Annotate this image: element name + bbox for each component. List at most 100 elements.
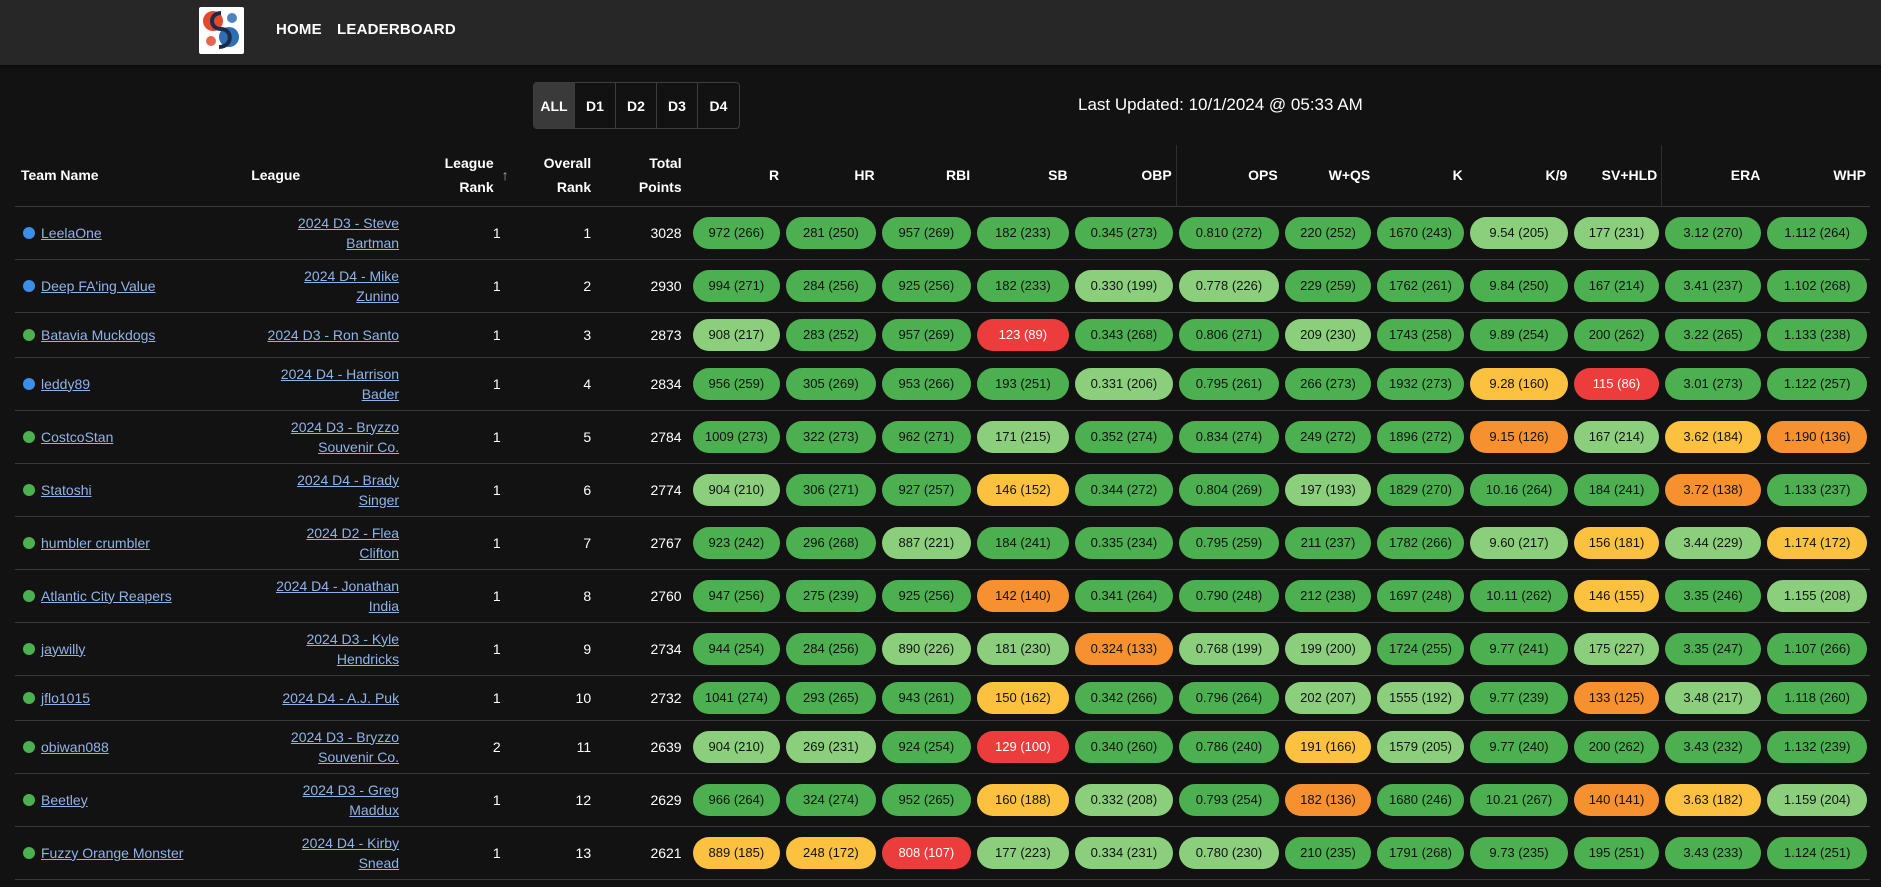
stat-pill: 0.790 (248) xyxy=(1179,579,1279,612)
team-link[interactable]: Batavia Muckdogs xyxy=(41,327,155,343)
league-link-line[interactable]: Maddux xyxy=(240,800,399,820)
team-link[interactable]: Statoshi xyxy=(41,482,92,498)
league-link[interactable]: 2024 D4 - Brady Singer xyxy=(240,470,399,510)
league-link[interactable]: 2024 D4 - Kirby Snead xyxy=(240,833,399,873)
header-league-rank[interactable]: League Rank ↑ xyxy=(404,145,509,207)
league-link[interactable]: 2024 D3 - Bryzzo Souvenir Co. xyxy=(240,727,399,767)
league-link[interactable]: 2024 D3 - Steve Bartman xyxy=(240,213,399,253)
league-link-line[interactable]: Hendricks xyxy=(240,649,399,669)
total-points-cell: 2774 xyxy=(599,463,690,517)
stat-cell: 129 (100) xyxy=(974,720,1072,774)
league-link[interactable]: 2024 D3 - Greg Maddux xyxy=(240,780,400,820)
arrow-up-icon[interactable]: ↑ xyxy=(502,163,509,187)
league-link-line[interactable]: Snead xyxy=(240,853,399,873)
league-link-line[interactable]: 2024 D3 - Greg xyxy=(240,780,400,800)
league-link-line[interactable]: 2024 D4 - A.J. Puk xyxy=(240,688,399,708)
league-link-line[interactable]: India xyxy=(240,596,399,616)
team-link[interactable]: jaywilly xyxy=(41,641,85,657)
league-link[interactable]: 2024 D3 - Ron Santo xyxy=(240,325,400,345)
filter-d4[interactable]: D4 xyxy=(698,83,739,128)
team-link[interactable]: Deep FA'ing Value xyxy=(41,278,156,294)
league-link[interactable]: 2024 D4 - Mike Zunino xyxy=(240,266,399,306)
nav-leaderboard[interactable]: LEADERBOARD xyxy=(337,21,456,38)
stat-cell: 957 (269) xyxy=(878,206,975,260)
league-link-line[interactable]: 2024 D4 - Kirby xyxy=(240,833,399,853)
header-rbi[interactable]: RBI xyxy=(878,145,975,207)
league-link-line[interactable]: 2024 D3 - Kyle xyxy=(240,629,399,649)
stat-pill: 887 (221) xyxy=(881,526,972,559)
stat-cell: 0.324 (133) xyxy=(1071,622,1177,676)
header-wqs[interactable]: W+QS xyxy=(1281,145,1375,207)
stat-cell: 1724 (255) xyxy=(1374,622,1467,676)
team-link[interactable]: Fuzzy Orange Monster xyxy=(41,845,183,861)
team-wrap: Beetley xyxy=(15,792,240,808)
league-link-line[interactable]: Singer xyxy=(240,490,399,510)
league-link[interactable]: 2024 D4 - A.J. Puk xyxy=(240,688,399,708)
stat-pill: 167 (214) xyxy=(1574,420,1659,453)
stat-cell: 0.804 (269) xyxy=(1176,463,1282,517)
league-link-line[interactable]: Clifton xyxy=(240,543,399,563)
stat-pill: 197 (193) xyxy=(1284,473,1372,506)
header-ops[interactable]: OPS xyxy=(1175,145,1282,207)
site-logo[interactable] xyxy=(199,7,244,54)
header-k[interactable]: K xyxy=(1374,145,1467,207)
nav-home[interactable]: HOME xyxy=(276,21,322,38)
team-wrap: jaywilly xyxy=(15,641,240,657)
league-link-line[interactable]: 2024 D4 - Harrison xyxy=(240,364,399,384)
stat-cell: 146 (155) xyxy=(1571,569,1662,623)
team-link[interactable]: Atlantic City Reapers xyxy=(41,588,172,604)
team-link[interactable]: humbler crumbler xyxy=(41,535,150,551)
league-link-line[interactable]: 2024 D4 - Jonathan xyxy=(240,576,399,596)
stat-pill: 9.84 (250) xyxy=(1469,269,1569,302)
header-sb[interactable]: SB xyxy=(974,145,1072,207)
header-whp[interactable]: WHP xyxy=(1764,145,1870,207)
header-team-name[interactable]: Team Name xyxy=(15,145,241,207)
team-wrap: Deep FA'ing Value xyxy=(15,278,240,294)
team-link[interactable]: jflo1015 xyxy=(41,690,90,706)
league-link[interactable]: 2024 D3 - Kyle Hendricks xyxy=(240,629,399,669)
header-k9[interactable]: K/9 xyxy=(1466,145,1572,207)
header-r[interactable]: R xyxy=(689,145,784,207)
header-league[interactable]: League xyxy=(240,145,405,207)
league-link-line[interactable]: 2024 D2 - Flea xyxy=(240,523,399,543)
league-link-line[interactable]: 2024 D4 - Brady xyxy=(240,470,399,490)
stat-pill: 9.77 (240) xyxy=(1469,730,1569,763)
league-link[interactable]: 2024 D4 - Jonathan India xyxy=(240,576,399,616)
league-link-line[interactable]: Bader xyxy=(240,384,399,404)
league-link-line[interactable]: 2024 D3 - Bryzzo xyxy=(240,727,399,747)
league-link[interactable]: 2024 D3 - Bryzzo Souvenir Co. xyxy=(240,417,399,457)
header-obp[interactable]: OBP xyxy=(1071,145,1177,207)
stat-cell: 904 (210) xyxy=(689,463,784,517)
league-link-line[interactable]: 2024 D4 - Mike xyxy=(240,266,399,286)
league-rank-cell: 1 xyxy=(404,357,509,411)
team-link[interactable]: leddy89 xyxy=(41,376,90,392)
team-link[interactable]: CostcoStan xyxy=(41,429,113,445)
filter-d2[interactable]: D2 xyxy=(616,83,657,128)
header-hr[interactable]: HR xyxy=(783,145,879,207)
stat-pill: 200 (262) xyxy=(1574,730,1659,763)
team-link[interactable]: LeelaOne xyxy=(41,225,102,241)
team-link[interactable]: obiwan088 xyxy=(41,739,109,755)
header-total-points[interactable]: Total Points xyxy=(599,145,690,207)
stat-cell: 0.341 (264) xyxy=(1071,569,1177,623)
league-link-line[interactable]: 2024 D3 - Bryzzo xyxy=(240,417,399,437)
league-link-line[interactable]: 2024 D3 - Ron Santo xyxy=(240,325,400,345)
league-link-line[interactable]: 2024 D3 - Steve xyxy=(240,213,399,233)
stat-pill: 925 (256) xyxy=(881,269,972,302)
league-link[interactable]: 2024 D4 - Harrison Bader xyxy=(240,364,399,404)
stat-pill: 0.786 (240) xyxy=(1179,730,1279,763)
filter-d3[interactable]: D3 xyxy=(657,83,698,128)
league-link-line[interactable]: Zunino xyxy=(240,286,399,306)
header-svhld[interactable]: SV+HLD xyxy=(1571,145,1662,207)
total-points-cell: 2621 xyxy=(599,826,690,880)
header-overall-rank[interactable]: Overall Rank xyxy=(508,145,600,207)
filter-all[interactable]: ALL xyxy=(534,83,575,128)
team-link[interactable]: Beetley xyxy=(41,792,88,808)
stat-pill: 0.804 (269) xyxy=(1179,473,1279,506)
league-link-line[interactable]: Bartman xyxy=(240,233,399,253)
league-link[interactable]: 2024 D2 - Flea Clifton xyxy=(240,523,399,563)
filter-d1[interactable]: D1 xyxy=(575,83,616,128)
header-era[interactable]: ERA xyxy=(1661,145,1765,207)
league-link-line[interactable]: Souvenir Co. xyxy=(240,437,399,457)
league-link-line[interactable]: Souvenir Co. xyxy=(240,747,399,767)
